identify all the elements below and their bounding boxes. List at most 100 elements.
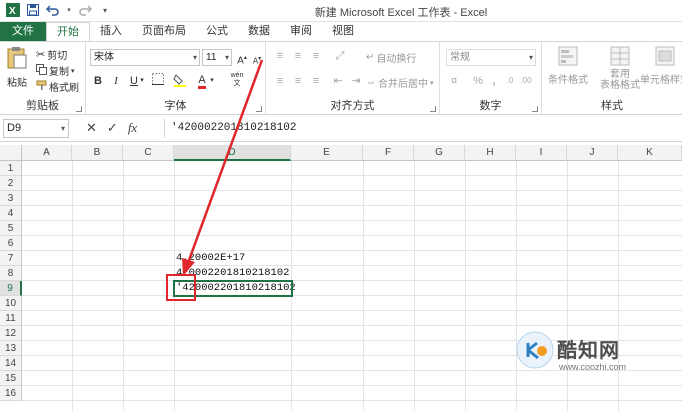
merge-center-button[interactable]: ⇔ 合并后居中 ▾: [366, 75, 434, 90]
row-header-1[interactable]: 1: [0, 161, 22, 176]
phonetic-button[interactable]: wén 文: [226, 72, 248, 88]
decrease-font-icon[interactable]: A▾: [249, 51, 265, 67]
row-header-2[interactable]: 2: [0, 176, 22, 191]
increase-decimal-icon[interactable]: .0: [502, 73, 518, 89]
font-name-combo[interactable]: 宋体 ▾: [90, 49, 200, 66]
font-launcher-icon[interactable]: [256, 106, 262, 112]
align-middle-icon[interactable]: ≡: [290, 48, 306, 64]
italic-button[interactable]: I: [108, 73, 124, 89]
percent-button[interactable]: %: [470, 73, 486, 89]
gridline: [22, 220, 682, 221]
alignment-group: ≡ ≡ ≡ ⤢ ≡ ≡ ≡ ⇤ ⇥ ↵ 自动换行 ⇔ 合并后居中 ▾ 对齐方式: [266, 42, 440, 115]
number-launcher-icon[interactable]: [532, 106, 538, 112]
select-all-corner[interactable]: [0, 145, 22, 161]
comma-button[interactable]: ,: [486, 73, 502, 89]
number-format-combo[interactable]: 常规 ▾: [446, 49, 536, 66]
column-header-g[interactable]: G: [414, 145, 465, 161]
clipboard-launcher-icon[interactable]: [76, 106, 82, 112]
paste-button[interactable]: 粘贴: [6, 46, 28, 89]
tab-formulas[interactable]: 公式: [196, 22, 238, 41]
tab-page-layout[interactable]: 页面布局: [132, 22, 196, 41]
cancel-icon[interactable]: ✕: [86, 120, 97, 136]
column-header-k[interactable]: K: [618, 145, 682, 161]
formula-input[interactable]: '420002201810218102: [164, 119, 678, 138]
column-header-e[interactable]: E: [291, 145, 363, 161]
cell-d7[interactable]: 4.20002E+17: [174, 251, 291, 266]
tab-view[interactable]: 视图: [322, 22, 364, 41]
row-header-5[interactable]: 5: [0, 221, 22, 236]
align-center-icon[interactable]: ≡: [290, 73, 306, 89]
phonetic-wen-text: wén: [230, 72, 244, 79]
bold-button[interactable]: B: [90, 73, 106, 89]
format-painter-label: 格式刷: [49, 83, 79, 94]
column-header-a[interactable]: A: [22, 145, 72, 161]
row-header-11[interactable]: 11: [0, 311, 22, 326]
increase-indent-icon[interactable]: ⇥: [348, 73, 364, 89]
column-header-f[interactable]: F: [363, 145, 414, 161]
copy-button[interactable]: 复制 ▾: [36, 63, 75, 78]
font-name-value: 宋体: [94, 52, 114, 63]
cell-styles-icon: [655, 46, 675, 69]
column-header-j[interactable]: J: [567, 145, 618, 161]
row-header-16[interactable]: 16: [0, 386, 22, 401]
conditional-format-icon: [558, 46, 578, 69]
ribbon-tabs: 文件 开始 插入 页面布局 公式 数据 审阅 视图: [0, 22, 682, 41]
row-header-14[interactable]: 14: [0, 356, 22, 371]
row-header-7[interactable]: 7: [0, 251, 22, 266]
enter-checkmark-icon[interactable]: ✓: [107, 120, 118, 136]
column-header-c[interactable]: C: [123, 145, 174, 161]
gridline: [22, 175, 682, 176]
tab-home[interactable]: 开始: [46, 22, 90, 41]
row-header-9[interactable]: 9: [0, 281, 22, 296]
watermark: 酷知网 www.coozhi.com: [515, 330, 665, 380]
row-header-13[interactable]: 13: [0, 341, 22, 356]
format-as-table-button[interactable]: 套用 表格格式: [600, 46, 640, 91]
align-right-icon[interactable]: ≡: [308, 73, 324, 89]
name-box[interactable]: D9 ▾: [3, 119, 69, 138]
increase-font-icon[interactable]: A▴: [234, 50, 250, 66]
decrease-decimal-icon[interactable]: .00: [518, 73, 534, 89]
cell-styles-button[interactable]: 单元格样式: [640, 46, 682, 86]
font-color-dropdown-icon[interactable]: ▾: [208, 73, 216, 89]
column-header-h[interactable]: H: [465, 145, 516, 161]
cut-button[interactable]: ✂ 剪切: [36, 47, 67, 62]
align-bottom-icon[interactable]: ≡: [308, 48, 324, 64]
gridline: [22, 325, 682, 326]
wrap-text-button[interactable]: ↵ 自动换行: [366, 50, 416, 65]
font-size-combo[interactable]: 11 ▾: [202, 49, 232, 66]
row-header-3[interactable]: 3: [0, 191, 22, 206]
alignment-launcher-icon[interactable]: [430, 106, 436, 112]
row-header-4[interactable]: 4: [0, 206, 22, 221]
row-header-15[interactable]: 15: [0, 371, 22, 386]
tab-review[interactable]: 审阅: [280, 22, 322, 41]
highlight-box: [166, 274, 196, 301]
orientation-icon[interactable]: ⤢: [332, 48, 348, 64]
currency-icon[interactable]: ¤: [446, 73, 462, 89]
format-painter-button[interactable]: 格式刷: [36, 79, 79, 94]
column-header-b[interactable]: B: [72, 145, 123, 161]
underline-dropdown-icon[interactable]: ▾: [138, 73, 146, 89]
conditional-format-button[interactable]: 条件格式: [548, 46, 588, 86]
border-icon[interactable]: [150, 73, 166, 89]
merge-center-label: 合并后居中: [378, 79, 428, 90]
align-top-icon[interactable]: ≡: [272, 48, 288, 64]
cell-styles-label: 单元格样式: [640, 75, 682, 86]
gridline: [22, 400, 682, 401]
chevron-down-icon: ▾: [224, 53, 229, 62]
fill-color-icon[interactable]: [172, 73, 188, 89]
brush-icon: [36, 80, 47, 94]
tab-insert[interactable]: 插入: [90, 22, 132, 41]
tab-file[interactable]: 文件: [0, 22, 46, 41]
tab-data[interactable]: 数据: [238, 22, 280, 41]
decrease-indent-icon[interactable]: ⇤: [330, 73, 346, 89]
clipboard-group-label: 剪贴板: [26, 100, 59, 112]
row-header-6[interactable]: 6: [0, 236, 22, 251]
row-header-12[interactable]: 12: [0, 326, 22, 341]
window-title: 新建 Microsoft Excel 工作表 - Excel: [314, 7, 488, 19]
align-left-icon[interactable]: ≡: [272, 73, 288, 89]
insert-function-icon[interactable]: fx: [128, 120, 137, 136]
row-header-8[interactable]: 8: [0, 266, 22, 281]
column-header-d[interactable]: D: [174, 145, 291, 161]
row-header-10[interactable]: 10: [0, 296, 22, 311]
column-header-i[interactable]: I: [516, 145, 567, 161]
